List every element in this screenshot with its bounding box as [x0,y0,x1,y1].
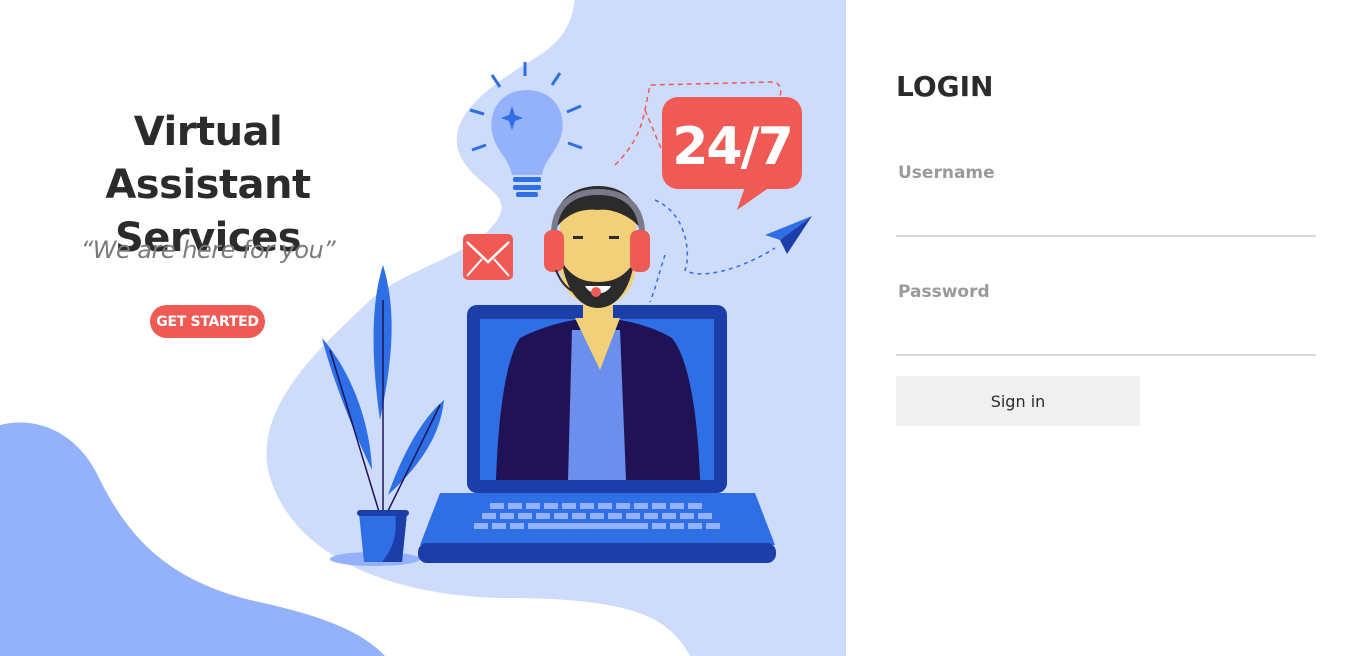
mail-icon [463,234,513,280]
hero-illustration: 24/7 [0,0,846,656]
password-input[interactable] [896,318,1316,356]
badge-text: 24/7 [672,117,792,177]
login-title: LOGIN [896,70,994,103]
get-started-button[interactable]: GET STARTED [150,305,265,338]
username-label: Username [898,163,995,183]
sign-in-button[interactable]: Sign in [896,376,1140,426]
hero-panel: 24/7 Virtual Assistant Services “We are … [0,0,846,656]
hero-tagline: “We are here for you” [80,236,336,264]
username-input[interactable] [896,199,1316,237]
login-panel: LOGIN Username Password Sign in [846,0,1366,656]
hero-title-line1: Virtual Assistant [105,109,311,208]
password-label: Password [898,282,990,302]
